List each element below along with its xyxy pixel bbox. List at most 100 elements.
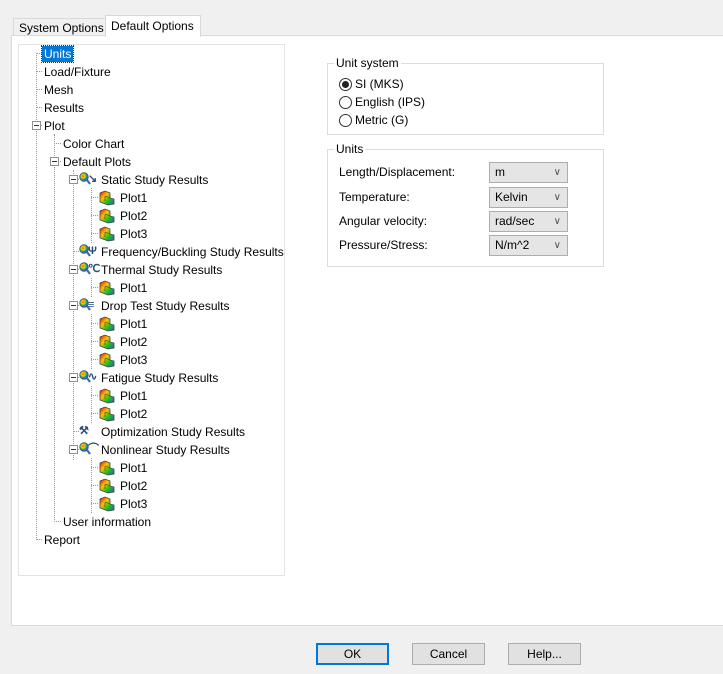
tree-item-label: Units (40, 45, 75, 63)
tree-item-plot[interactable]: Plot1 (98, 279, 149, 297)
tree-item-optimization-study[interactable]: ⚒ Optimization Study Results (79, 423, 247, 441)
collapse-toggle-thermal[interactable] (69, 265, 78, 274)
plot-icon (98, 334, 116, 350)
plot-icon (98, 280, 116, 296)
units-group: Units Length/Displacement: m ∨ Temperatur… (327, 142, 604, 267)
tree-item-plot[interactable]: Plot3 (98, 351, 149, 369)
tree-item-plot[interactable]: Plot2 (98, 405, 149, 423)
collapse-toggle-plot[interactable] (32, 121, 41, 130)
tree-item-color-chart[interactable]: Color Chart (61, 135, 126, 153)
tree-item-label: Nonlinear Study Results (101, 443, 230, 457)
tree-item-label: Plot2 (120, 479, 148, 493)
tree-item-plot[interactable]: Plot3 (98, 495, 149, 513)
tree-item-plot[interactable]: Plot1 (98, 387, 149, 405)
radio-metric-g[interactable]: Metric (G) (339, 112, 408, 128)
tree-item-plot[interactable]: Plot2 (98, 207, 149, 225)
plot-icon (98, 352, 116, 368)
help-button[interactable]: Help... (508, 643, 581, 665)
options-tree[interactable]: Units Load/Fixture Mesh Results Plot Col… (18, 44, 285, 576)
tree-item-label: Plot3 (120, 497, 148, 511)
tree-item-drop-test-study[interactable]: ≡ Drop Test Study Results (79, 297, 232, 315)
tree-item-plot[interactable]: Plot1 (98, 189, 149, 207)
chevron-down-icon: ∨ (553, 216, 561, 227)
tree-item-label: User information (63, 515, 152, 529)
tree-item-label: Plot2 (120, 407, 148, 421)
pressure-stress-select[interactable]: N/m^2 ∨ (489, 235, 568, 256)
select-value: N/m^2 (495, 238, 530, 252)
nonlinear-study-icon: ⌒ (79, 442, 99, 458)
tree-item-plot[interactable]: Plot (42, 117, 67, 135)
collapse-toggle-nonlinear[interactable] (69, 445, 78, 454)
radio-english-ips[interactable]: English (IPS) (339, 94, 425, 110)
radio-label: SI (MKS) (355, 77, 404, 91)
optimization-study-icon: ⚒ (79, 425, 89, 437)
chevron-down-icon: ∨ (553, 192, 561, 203)
tree-item-default-plots[interactable]: Default Plots (61, 153, 133, 171)
collapse-toggle-drop-test[interactable] (69, 301, 78, 310)
frequency-study-icon: Ψ (79, 244, 97, 260)
plot-icon (98, 460, 116, 476)
collapse-toggle-default-plots[interactable] (50, 157, 59, 166)
radio-button[interactable] (339, 113, 352, 127)
tree-item-fatigue-study[interactable]: ∿ Fatigue Study Results (79, 369, 220, 387)
plot-icon (98, 478, 116, 494)
ok-button[interactable]: OK (316, 643, 389, 665)
collapse-toggle-fatigue[interactable] (69, 373, 78, 382)
plot-icon (98, 208, 116, 224)
tree-item-load-fixture[interactable]: Load/Fixture (42, 63, 113, 81)
radio-button[interactable] (339, 95, 352, 109)
length-label: Length/Displacement: (339, 165, 456, 179)
collapse-toggle-static[interactable] (69, 175, 78, 184)
tree-item-label: Plot1 (120, 389, 148, 403)
tree-item-label: Drop Test Study Results (101, 299, 230, 313)
tree-item-label: Plot3 (120, 353, 148, 367)
tree-item-nonlinear-study[interactable]: ⌒ Nonlinear Study Results (79, 441, 232, 459)
tab-default-options[interactable]: Default Options (105, 15, 201, 37)
tree-item-plot[interactable]: Plot2 (98, 477, 149, 495)
tree-item-label: Results (44, 101, 85, 115)
tree-item-label: Plot2 (120, 209, 148, 223)
chevron-down-icon: ∨ (553, 240, 561, 251)
tree-item-units[interactable]: Units (40, 45, 75, 63)
tree-item-plot[interactable]: Plot1 (98, 459, 149, 477)
tree-item-plot[interactable]: Plot3 (98, 225, 149, 243)
select-value: Kelvin (495, 190, 528, 204)
plot-icon (98, 190, 116, 206)
radio-button[interactable] (339, 77, 352, 91)
length-select[interactable]: m ∨ (489, 162, 568, 183)
radio-si-mks[interactable]: SI (MKS) (339, 76, 404, 92)
temperature-select[interactable]: Kelvin ∨ (489, 187, 568, 208)
tree-item-label: Plot1 (120, 191, 148, 205)
tree-item-label: Plot1 (120, 281, 148, 295)
tree-item-mesh[interactable]: Mesh (42, 81, 75, 99)
tree-item-plot[interactable]: Plot1 (98, 315, 149, 333)
tree-item-label: Default Plots (63, 155, 132, 169)
tree-item-thermal-study[interactable]: ℃ Thermal Study Results (79, 261, 224, 279)
tree-item-static-study[interactable]: ↘ Static Study Results (79, 171, 210, 189)
tree-item-label: Mesh (44, 83, 74, 97)
angular-velocity-select[interactable]: rad/sec ∨ (489, 211, 568, 232)
tree-item-user-information[interactable]: User information (61, 513, 153, 531)
tree-item-label: Static Study Results (101, 173, 209, 187)
static-study-icon: ↘ (79, 172, 97, 188)
tree-item-label: Plot2 (120, 335, 148, 349)
tree-item-report[interactable]: Report (42, 531, 82, 549)
tree-item-label: Color Chart (63, 137, 125, 151)
plot-icon (98, 226, 116, 242)
tree-item-label: Report (44, 533, 81, 547)
drop-test-study-icon: ≡ (79, 298, 97, 314)
units-title: Units (334, 142, 366, 156)
tree-item-label: Plot1 (120, 461, 148, 475)
tree-item-label: Plot3 (120, 227, 148, 241)
cancel-button[interactable]: Cancel (412, 643, 485, 665)
tree-item-results[interactable]: Results (42, 99, 86, 117)
radio-label: Metric (G) (355, 113, 409, 127)
fatigue-study-icon: ∿ (79, 370, 97, 386)
tree-item-plot[interactable]: Plot2 (98, 333, 149, 351)
radio-label: English (IPS) (355, 95, 426, 109)
select-value: rad/sec (495, 214, 535, 228)
tree-item-label: Plot (44, 119, 65, 133)
plot-icon (98, 388, 116, 404)
options-page: Units Load/Fixture Mesh Results Plot Col… (11, 35, 723, 626)
tree-item-frequency-study[interactable]: Ψ Frequency/Buckling Study Results (79, 243, 286, 261)
